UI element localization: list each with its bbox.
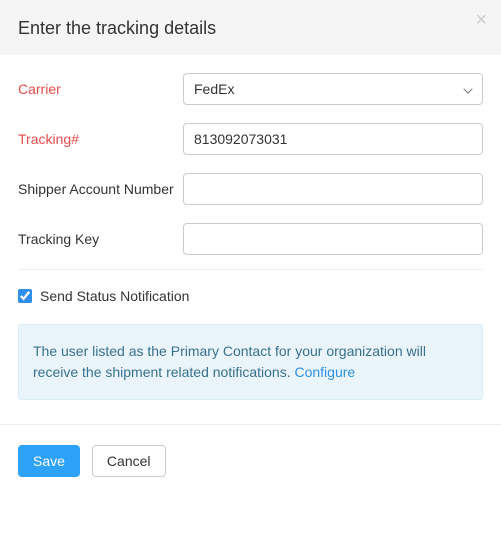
- shipper-account-row: Shipper Account Number: [18, 173, 483, 205]
- send-notification-checkbox[interactable]: [18, 289, 32, 303]
- notification-info-box: The user listed as the Primary Contact f…: [18, 324, 483, 400]
- close-icon: ×: [475, 9, 487, 31]
- shipper-account-label: Shipper Account Number: [18, 173, 183, 199]
- configure-link[interactable]: Configure: [294, 364, 355, 380]
- notification-info-text: The user listed as the Primary Contact f…: [33, 343, 426, 380]
- send-notification-label[interactable]: Send Status Notification: [40, 288, 189, 304]
- tracking-number-input[interactable]: [183, 123, 483, 155]
- modal-footer: Save Cancel: [0, 424, 501, 501]
- tracking-key-row: Tracking Key: [18, 223, 483, 255]
- notification-checkbox-row: Send Status Notification: [18, 288, 483, 304]
- shipper-account-input[interactable]: [183, 173, 483, 205]
- close-button[interactable]: ×: [475, 10, 487, 30]
- tracking-number-row: Tracking#: [18, 123, 483, 155]
- save-button[interactable]: Save: [18, 445, 80, 477]
- carrier-select[interactable]: FedEx: [183, 73, 483, 105]
- modal-title: Enter the tracking details: [18, 18, 483, 39]
- separator: [18, 269, 483, 270]
- cancel-button[interactable]: Cancel: [92, 445, 166, 477]
- modal-body: Carrier FedEx Tracking# Shipper Account …: [0, 55, 501, 400]
- modal-header: Enter the tracking details ×: [0, 0, 501, 55]
- tracking-key-label: Tracking Key: [18, 223, 183, 249]
- carrier-row: Carrier FedEx: [18, 73, 483, 105]
- tracking-key-input[interactable]: [183, 223, 483, 255]
- tracking-number-label: Tracking#: [18, 123, 183, 149]
- carrier-label: Carrier: [18, 73, 183, 99]
